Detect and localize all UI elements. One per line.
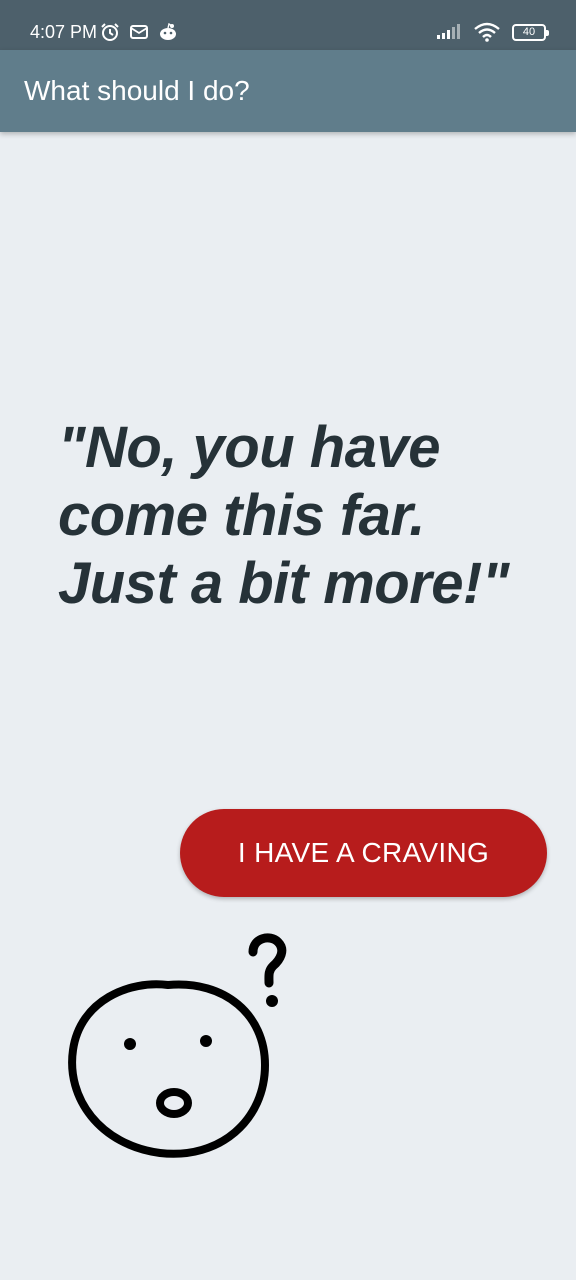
page-title: What should I do? <box>24 75 250 106</box>
status-notification-icons <box>100 20 178 44</box>
confused-face-icon <box>60 920 310 1175</box>
status-system-icons: 40 <box>436 20 549 44</box>
motivational-quote: "No, you have come this far. Just a bit … <box>58 415 509 616</box>
wifi-icon <box>474 22 500 42</box>
reddit-icon <box>158 23 178 41</box>
app-bar: What should I do? <box>0 50 576 132</box>
status-bar: 4:07 PM 40 <box>0 0 576 50</box>
battery-icon: 40 <box>512 23 549 41</box>
mail-icon <box>130 24 148 40</box>
status-time: 4:07 PM <box>30 22 98 42</box>
signal-icon <box>436 24 462 40</box>
alarm-icon <box>100 22 120 42</box>
craving-button[interactable]: I HAVE A CRAVING <box>180 809 547 897</box>
